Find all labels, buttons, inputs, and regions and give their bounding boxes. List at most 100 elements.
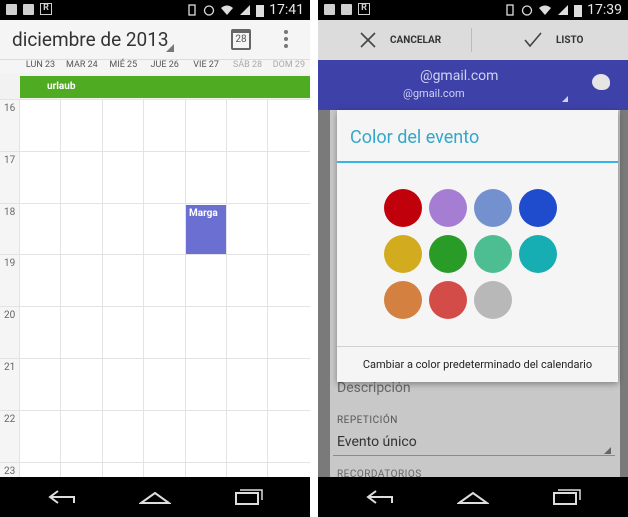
repeat-underline [333, 455, 615, 456]
account-selector[interactable]: @gmail.com @gmail.com [318, 60, 628, 110]
day-header[interactable]: MIÉ 25 [103, 60, 144, 70]
repeat-label: REPETICIÓN [337, 415, 398, 426]
week-days-row: LUN 23 MAR 24 MIÉ 25 JUE 26 VIE 27 SÁB 28 DOM … [0, 60, 310, 73]
day-header[interactable]: SÁB 28 [227, 60, 268, 70]
hour-label: 16 [4, 103, 16, 114]
wifi-icon [221, 5, 234, 15]
day-gridline [267, 99, 269, 477]
nav-bar [318, 477, 628, 517]
recent-apps-icon[interactable] [232, 487, 264, 507]
day-gridline [226, 99, 227, 477]
status-time: 17:41 [269, 2, 304, 18]
image-notification-icon [341, 3, 352, 15]
day-header[interactable]: MAR 24 [61, 60, 102, 70]
day-gridline [143, 99, 145, 477]
dialog-title-divider [337, 161, 618, 163]
close-icon [360, 32, 376, 48]
edit-toolbar: CANCELAR LISTO [318, 20, 628, 60]
back-icon[interactable] [364, 487, 396, 507]
nav-bar [0, 477, 310, 517]
account-sub-email: @gmail.com [403, 87, 465, 100]
day-header[interactable]: DOM 29 [268, 60, 309, 70]
signal-icon [558, 5, 569, 15]
hour-gridline [0, 409, 310, 411]
dropdown-caret-icon [562, 96, 568, 102]
calendar-event[interactable]: Marga [186, 205, 226, 255]
day-gridline [101, 99, 103, 477]
color-swatch[interactable] [429, 235, 467, 273]
overflow-menu-icon[interactable] [284, 30, 288, 50]
day-header[interactable]: LUN 23 [20, 60, 61, 70]
hour-label: 21 [4, 362, 16, 373]
day-gridline [60, 99, 62, 477]
color-swatch[interactable] [474, 235, 512, 273]
battery-icon [574, 4, 583, 17]
r-notification-icon: R [358, 3, 370, 15]
account-email: @gmail.com [420, 68, 499, 84]
check-icon [524, 32, 542, 48]
color-swatch[interactable] [429, 189, 467, 227]
notification-icon [324, 3, 335, 15]
alarm-icon [203, 5, 215, 16]
hour-label: 17 [4, 154, 16, 166]
month-selector[interactable]: diciembre de 2013 [12, 28, 169, 51]
hour-gridline [0, 306, 310, 308]
home-icon[interactable] [457, 487, 489, 507]
recent-apps-icon[interactable] [550, 487, 582, 507]
vibrate-icon [188, 4, 196, 16]
day-gridline [184, 99, 186, 477]
color-swatch[interactable] [384, 281, 422, 319]
color-swatch[interactable] [474, 189, 512, 227]
day-header[interactable]: JUE 26 [144, 60, 185, 70]
today-calendar-icon[interactable]: 28 [231, 29, 251, 50]
image-notification-icon [23, 3, 34, 15]
color-swatch[interactable] [384, 189, 422, 227]
vibrate-icon [506, 4, 514, 16]
calendar-screen: R 17:41 diciembre de 2013 28 LUN 23 MAR 2… [0, 0, 310, 517]
done-label: LISTO [556, 34, 584, 46]
day-gridline [19, 99, 20, 477]
back-icon[interactable] [46, 487, 78, 507]
toolbar-divider [471, 28, 472, 52]
hour-gridline [0, 254, 310, 256]
wifi-icon [539, 5, 552, 15]
palette-icon[interactable] [592, 74, 610, 90]
reset-color-button[interactable]: Cambiar a color predeterminado del calen… [337, 346, 618, 382]
battery-icon [256, 4, 265, 17]
dialog-title: Color del evento [350, 127, 480, 148]
color-swatch[interactable] [429, 281, 467, 319]
dropdown-caret-icon[interactable] [166, 44, 174, 52]
status-time: 17:39 [587, 2, 622, 18]
hour-label: 22 [4, 413, 16, 425]
cancel-label: CANCELAR [390, 34, 442, 46]
hour-gridline [0, 150, 310, 152]
home-icon[interactable] [139, 487, 171, 507]
time-grid[interactable]: 16 17 18 19 20 21 22 23 Marga [0, 99, 310, 477]
hour-gridline [0, 99, 310, 100]
color-swatch[interactable] [519, 189, 557, 227]
notification-icon [6, 3, 17, 15]
hour-label: 20 [4, 310, 16, 322]
signal-icon [240, 5, 251, 15]
hour-label: 23 [4, 465, 16, 477]
cancel-button[interactable]: CANCELAR [360, 20, 441, 60]
all-day-event[interactable]: urlaub [20, 76, 310, 98]
color-swatch[interactable] [384, 235, 422, 273]
day-header[interactable]: VIE 27 [186, 60, 227, 70]
color-swatch[interactable] [519, 235, 557, 273]
hour-label: 18 [4, 206, 16, 218]
status-bar: R 17:39 [318, 0, 628, 20]
hour-label: 19 [4, 258, 16, 270]
repeat-selector[interactable]: Evento único [337, 434, 417, 450]
hour-column: 16 17 18 19 20 21 22 23 [0, 99, 19, 477]
calendar-toolbar: diciembre de 2013 28 [0, 20, 310, 60]
done-button[interactable]: LISTO [524, 20, 583, 60]
r-notification-icon: R [40, 3, 52, 15]
hour-gridline [0, 202, 310, 204]
hour-gridline [0, 461, 310, 463]
description-field[interactable]: Descripción [337, 380, 411, 396]
color-swatch[interactable] [474, 281, 512, 319]
event-color-dialog: Color del evento Cambiar a color predete… [337, 110, 618, 382]
event-editor-screen: R 17:39 CANCELAR LISTO @gmail.com @gmail… [318, 0, 628, 517]
hour-gridline [0, 358, 310, 359]
